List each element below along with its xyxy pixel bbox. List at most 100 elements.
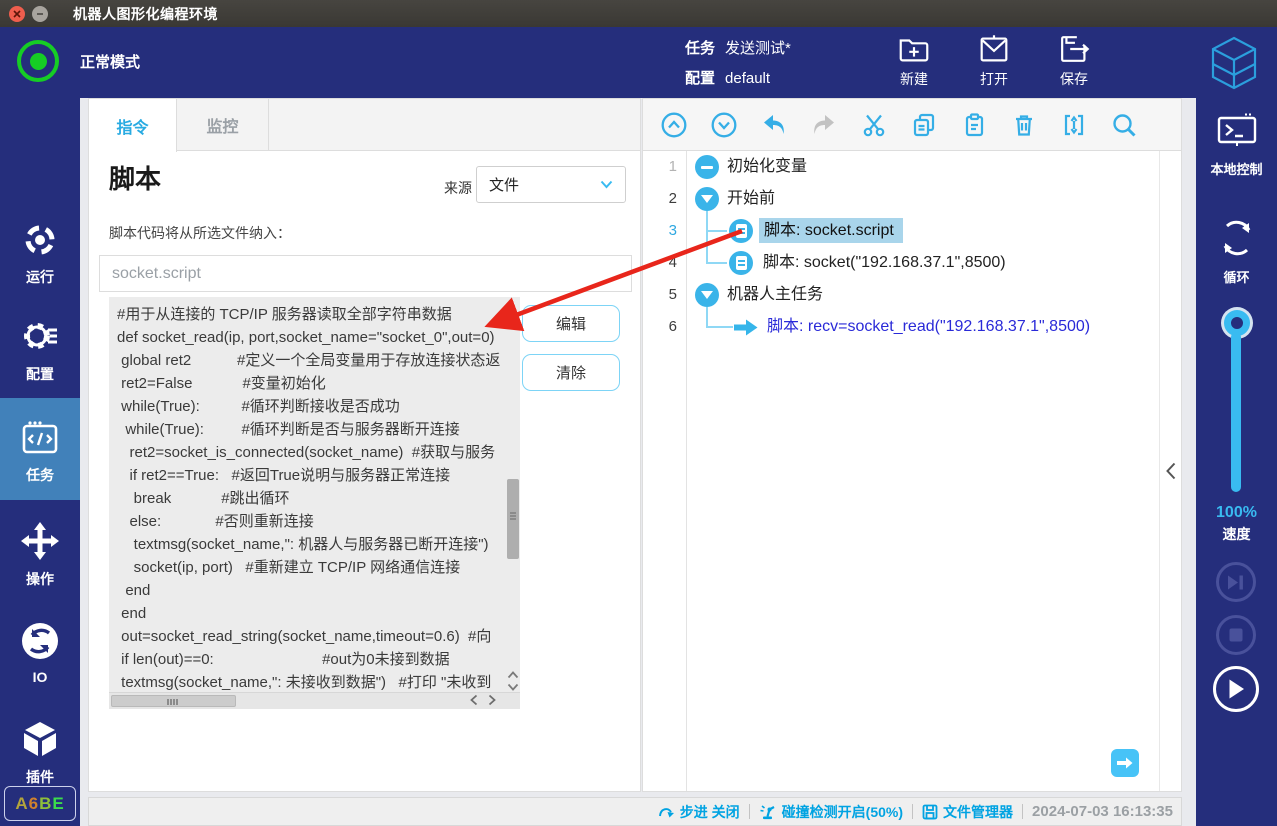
collision-detect-status[interactable]: 碰撞检测开启(50%) xyxy=(759,802,903,822)
mode-label: 正常模式 xyxy=(80,54,141,71)
sidebar-item-operate[interactable]: 操作 xyxy=(0,510,80,588)
next-page-button[interactable] xyxy=(1111,749,1139,777)
sidebar-item-plugin[interactable]: 插件 xyxy=(0,708,80,785)
vertical-scrollbar[interactable] xyxy=(506,297,520,692)
code-line: textmsg(socket_name,": 机器人与服务器已断开连接") xyxy=(117,536,489,553)
tree-row-label: 脚本: socket.script xyxy=(759,215,903,247)
tree-row-before-start[interactable]: 2 开始前 xyxy=(643,183,1160,215)
horizontal-scrollbar-thumb[interactable] xyxy=(111,695,236,707)
move-up-icon xyxy=(661,112,687,137)
loop-button[interactable]: 循环 xyxy=(1196,216,1277,286)
tab-instruction[interactable]: 指令 xyxy=(89,99,177,152)
script-filename-input[interactable]: socket.script xyxy=(99,255,632,292)
version-badge[interactable]: A6BE xyxy=(4,786,76,821)
insert-icon xyxy=(1064,114,1084,135)
play-icon xyxy=(1229,679,1244,699)
sidebar-item-config[interactable]: 配置 xyxy=(0,305,80,383)
task-value: 发送测试* xyxy=(725,40,791,57)
code-line: ret2=False #变量初始化 xyxy=(117,375,326,392)
panel-collapse-handle[interactable] xyxy=(1159,151,1181,791)
redo-icon xyxy=(814,114,834,134)
open-button[interactable]: 打开 xyxy=(961,31,1027,93)
gear-icon xyxy=(19,315,61,357)
tree-row-label: 开始前 xyxy=(727,190,776,207)
scroll-left-icon[interactable] xyxy=(470,694,478,706)
scroll-down-icon xyxy=(507,683,519,691)
expand-node-icon[interactable] xyxy=(695,283,719,307)
stop-button[interactable] xyxy=(1216,615,1256,655)
tree-row-main-task[interactable]: 5 机器人主任务 xyxy=(643,279,1160,311)
tab-monitor[interactable]: 监控 xyxy=(177,99,269,151)
code-view: #用于从连接的 TCP/IP 服务器读取全部字符串数据 def socket_r… xyxy=(109,297,520,692)
play-button[interactable] xyxy=(1213,666,1259,712)
program-tree-panel: 1 初始化变量 2 开始前 3 脚本: socket.script 4 脚本: … xyxy=(642,98,1182,792)
new-file-icon xyxy=(896,31,932,67)
code-line: while(True): #循环判断接收是否成功 xyxy=(117,398,400,415)
move-up-button[interactable] xyxy=(649,103,699,147)
paste-button[interactable] xyxy=(949,103,999,147)
cut-icon xyxy=(863,114,885,136)
script-panel: 指令 监控 脚本 来源 文件 脚本代码将从所选文件纳入： socket.scri… xyxy=(88,98,641,792)
save-button[interactable]: 保存 xyxy=(1041,31,1107,93)
code-line: while(True): #循环判断是否与服务器断开连接 xyxy=(117,421,460,438)
delete-button[interactable] xyxy=(999,103,1049,147)
current-line-arrow-icon xyxy=(733,319,759,336)
insert-button[interactable] xyxy=(1049,103,1099,147)
terminal-icon xyxy=(1215,112,1259,152)
sidebar-item-io[interactable]: IO xyxy=(0,610,80,685)
search-icon xyxy=(1113,113,1136,137)
stop-icon xyxy=(1229,628,1243,642)
window-minimize-button[interactable] xyxy=(32,5,48,22)
speed-slider-track[interactable] xyxy=(1231,332,1241,492)
step-forward-button[interactable] xyxy=(1216,562,1256,602)
row-number: 2 xyxy=(668,190,677,207)
tree-row-script-socket[interactable]: 4 脚本: socket("192.168.37.1",8500) xyxy=(643,247,1160,279)
tree-row-init-vars[interactable]: 1 初始化变量 xyxy=(643,151,1160,183)
io-arrows-icon xyxy=(19,620,61,662)
script-description: 脚本代码将从所选文件纳入： xyxy=(109,225,291,241)
undo-button[interactable] xyxy=(749,103,799,147)
scroll-right-icon[interactable] xyxy=(488,694,496,706)
step-icon xyxy=(658,807,674,817)
redo-button[interactable] xyxy=(799,103,849,147)
tree-row-script-file-selected[interactable]: 3 脚本: socket.script xyxy=(643,215,1160,247)
page-title: 脚本 xyxy=(109,164,162,194)
paste-icon xyxy=(965,112,984,136)
code-window-icon xyxy=(19,420,61,458)
window-title: 机器人图形化编程环境 xyxy=(73,5,218,22)
clear-button[interactable]: 清除 xyxy=(522,354,620,391)
sidebar-item-run[interactable]: 运行 xyxy=(0,210,80,288)
tree-toolbar xyxy=(643,99,1181,151)
edit-button[interactable]: 编辑 xyxy=(522,305,620,342)
expand-node-icon[interactable] xyxy=(695,187,719,211)
vertical-scrollbar-thumb[interactable] xyxy=(507,479,519,559)
copy-button[interactable] xyxy=(899,103,949,147)
left-sidebar: 运行 配置 任务 操作 IO 插件 A 6 B E xyxy=(0,98,80,826)
chevron-down-icon xyxy=(600,180,613,189)
row-number: 5 xyxy=(668,286,677,303)
code-line: global ret2 #定义一个全局变量用于存放连接状态返 xyxy=(117,352,501,369)
right-sidebar: 本地控制 循环 100% 速度 xyxy=(1196,98,1277,826)
step-mode-status[interactable]: 步进 关闭 xyxy=(658,802,740,822)
code-line: end xyxy=(117,605,147,622)
horizontal-scrollbar[interactable] xyxy=(109,692,520,709)
move-down-button[interactable] xyxy=(699,103,749,147)
code-line: textmsg(socket_name,": 未接收到数据") #打印 "未收到 xyxy=(117,674,492,691)
search-button[interactable] xyxy=(1099,103,1149,147)
robot-collision-icon xyxy=(760,805,775,820)
cut-button[interactable] xyxy=(849,103,899,147)
task-label: 任务 xyxy=(685,40,716,57)
local-control-button[interactable]: 本地控制 xyxy=(1196,112,1277,178)
code-line: socket(ip, port) #重新建立 TCP/IP 网络通信连接 xyxy=(117,559,461,576)
tree-row-script-recv[interactable]: 6 脚本: recv=socket_read("192.168.37.1",85… xyxy=(643,311,1160,343)
status-bar: 步进 关闭 碰撞检测开启(50%) 文件管理器 2024-07-03 16:13… xyxy=(88,797,1182,826)
plugin-cube-icon xyxy=(19,718,61,760)
new-button[interactable]: 新建 xyxy=(881,31,947,93)
move-arrows-icon xyxy=(19,520,61,562)
file-manager-button[interactable]: 文件管理器 xyxy=(922,802,1013,822)
undo-icon xyxy=(764,114,784,134)
window-close-button[interactable] xyxy=(9,5,25,22)
sidebar-item-task[interactable]: 任务 xyxy=(0,398,80,500)
source-select[interactable]: 文件 xyxy=(476,166,626,203)
row-number: 4 xyxy=(668,254,677,271)
